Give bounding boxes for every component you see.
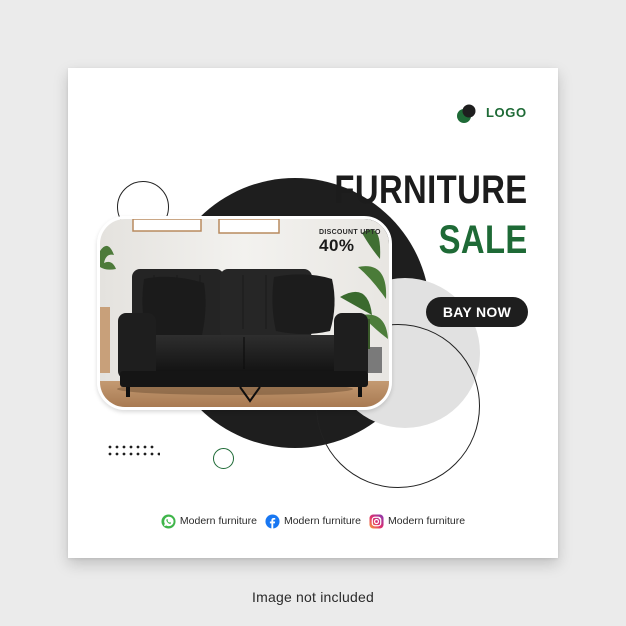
- discount-label: DISCOUNT UPTO: [319, 229, 381, 236]
- social-instagram-label: Modern furniture: [388, 515, 466, 527]
- social-instagram[interactable]: Modern furniture: [369, 513, 466, 529]
- image-not-included-note: Image not included: [252, 589, 374, 605]
- social-facebook[interactable]: Modern furniture: [265, 513, 362, 529]
- logo-text: LOGO: [486, 105, 527, 120]
- discount-value: 40%: [319, 236, 355, 255]
- social-post-card: DISCOUNT UPTO 40% LOGO FURNITURE SALE BA…: [68, 68, 558, 558]
- social-whatsapp-label: Modern furniture: [179, 515, 257, 527]
- social-facebook-label: Modern furniture: [283, 515, 362, 527]
- green-ring-decoration: [213, 448, 234, 469]
- social-whatsapp[interactable]: Modern furniture: [161, 513, 257, 529]
- buy-now-button[interactable]: BAY NOW: [426, 297, 528, 327]
- whatsapp-icon: [161, 513, 176, 529]
- headline-sale: SALE: [438, 218, 528, 262]
- social-links: Modern furniture Modern furniture Modern…: [68, 511, 558, 531]
- logo-circles-icon: [457, 104, 476, 123]
- facebook-icon: [265, 513, 280, 529]
- instagram-icon: [369, 513, 384, 529]
- dot-grid-decoration: [108, 445, 160, 456]
- headline-furniture: FURNITURE: [334, 168, 528, 212]
